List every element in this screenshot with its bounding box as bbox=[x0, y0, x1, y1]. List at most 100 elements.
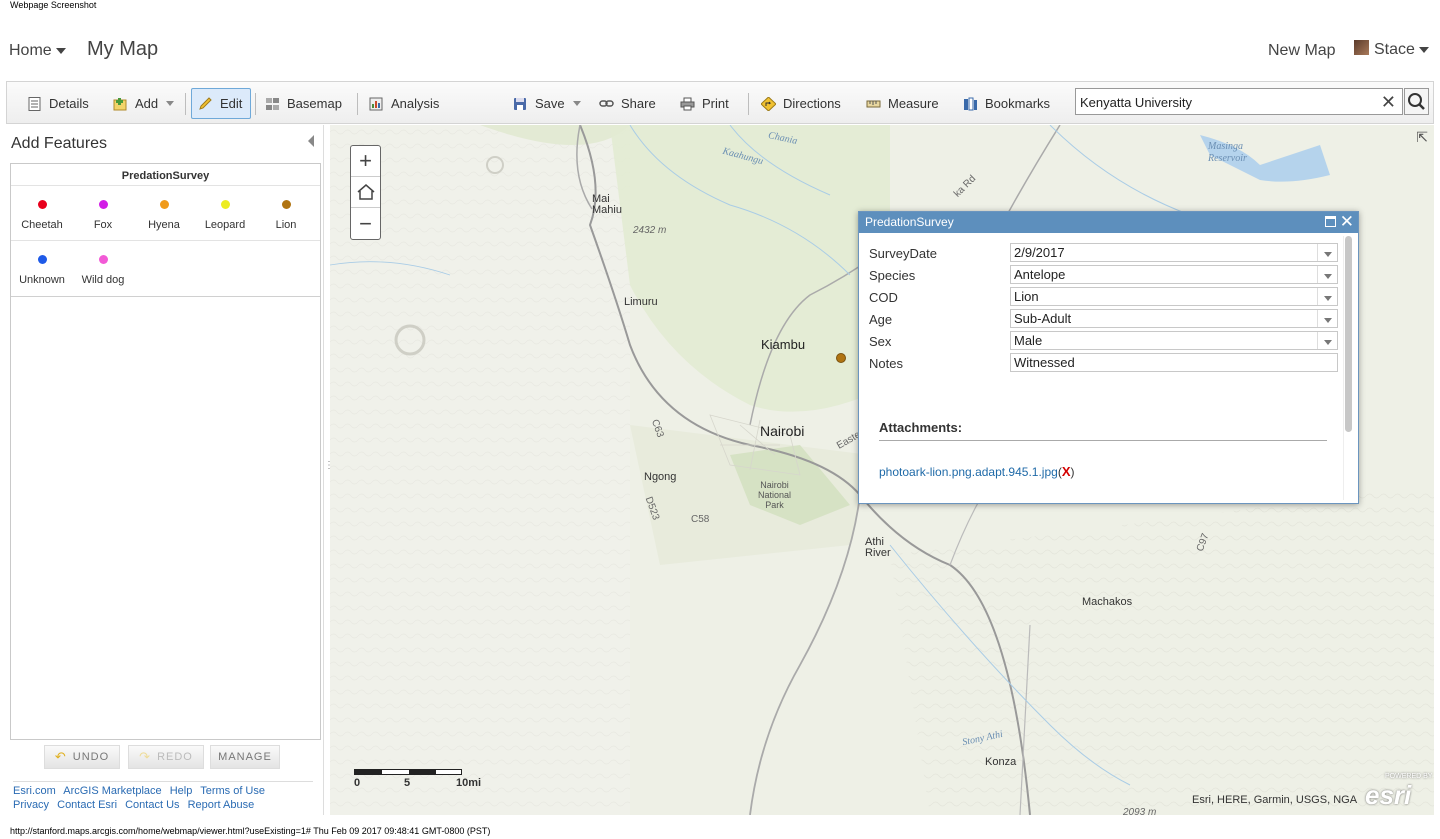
sex-select[interactable]: Male bbox=[1010, 331, 1338, 350]
search-button[interactable] bbox=[1404, 88, 1429, 115]
privacy-link[interactable]: Privacy bbox=[13, 799, 49, 811]
analysis-button[interactable]: Analysis bbox=[363, 88, 445, 119]
collapse-panel-icon[interactable] bbox=[308, 135, 314, 147]
esri-com-link[interactable]: Esri.com bbox=[13, 785, 56, 797]
esri-logo[interactable]: esri bbox=[1365, 780, 1411, 811]
redo-button[interactable]: ↷ REDO bbox=[128, 745, 204, 769]
analysis-icon bbox=[369, 97, 383, 110]
layer-name: PredationSurvey bbox=[121, 170, 210, 182]
save-label: Save bbox=[535, 96, 565, 111]
link-icon bbox=[599, 99, 614, 107]
basemap-label: Basemap bbox=[287, 96, 342, 111]
unknown-symbol-icon bbox=[37, 255, 47, 264]
home-menu[interactable]: Home bbox=[9, 42, 66, 60]
chevron-down-icon[interactable] bbox=[1317, 288, 1337, 305]
survey-date-field[interactable]: 2/9/2017 bbox=[1010, 243, 1338, 262]
field-value: 2/9/2017 bbox=[1014, 245, 1065, 260]
terms-of-use-link[interactable]: Terms of Use bbox=[200, 785, 265, 797]
add-button[interactable]: Add bbox=[107, 88, 180, 119]
toolbar-divider bbox=[185, 93, 186, 115]
scale-label: 10mi bbox=[456, 777, 482, 789]
popup-title: PredationSurvey bbox=[865, 215, 954, 229]
basemap-button[interactable]: Basemap bbox=[259, 88, 348, 119]
template-lion[interactable]: Lion bbox=[255, 186, 317, 231]
cod-select[interactable]: Lion bbox=[1010, 287, 1338, 306]
selected-lion-feature[interactable] bbox=[836, 353, 846, 363]
edit-label: Edit bbox=[220, 96, 243, 111]
template-label: Cheetah bbox=[21, 219, 63, 231]
user-menu[interactable]: Stace bbox=[1354, 40, 1429, 59]
manage-button[interactable]: MANAGE bbox=[210, 745, 280, 769]
map-toolbar: Details Add Edit Basemap Analysis Save S… bbox=[6, 81, 1434, 124]
help-link[interactable]: Help bbox=[170, 785, 193, 797]
field-label: SurveyDate bbox=[869, 246, 937, 261]
add-features-panel: Add Features PredationSurvey Cheetah Fox… bbox=[6, 125, 324, 815]
toolbar-divider bbox=[357, 93, 358, 115]
template-leopard[interactable]: Leopard bbox=[194, 186, 256, 231]
maximize-icon[interactable] bbox=[1325, 216, 1336, 227]
undo-icon: ↶ bbox=[54, 749, 67, 764]
species-select[interactable]: Antelope bbox=[1010, 265, 1338, 284]
print-button[interactable]: Print bbox=[674, 88, 735, 119]
zoom-in-button[interactable]: + bbox=[351, 146, 380, 177]
template-hyena[interactable]: Hyena bbox=[133, 186, 195, 231]
chevron-down-icon[interactable] bbox=[1317, 266, 1337, 283]
template-fox[interactable]: Fox bbox=[72, 186, 134, 231]
basemap-icon bbox=[266, 97, 279, 110]
search-input[interactable] bbox=[1080, 92, 1370, 112]
toolbar-divider bbox=[748, 93, 749, 115]
measure-button[interactable]: Measure bbox=[860, 88, 945, 119]
map-label-nairobi-np: Nairobi National Park bbox=[758, 480, 792, 510]
field-row: Species Antelope bbox=[869, 265, 1339, 285]
share-button[interactable]: Share bbox=[593, 88, 662, 119]
chevron-down-icon[interactable] bbox=[1317, 332, 1337, 349]
manage-label: MANAGE bbox=[218, 751, 272, 763]
map-label-elevation: 2093 m bbox=[1123, 807, 1157, 815]
scale-bar-graphic bbox=[354, 769, 462, 775]
template-label: Unknown bbox=[19, 274, 65, 286]
zoom-out-button[interactable]: − bbox=[351, 208, 380, 239]
template-unknown[interactable]: Unknown bbox=[11, 241, 73, 286]
field-value: Male bbox=[1014, 333, 1043, 348]
details-button[interactable]: Details bbox=[21, 88, 95, 119]
field-label: Sex bbox=[869, 334, 892, 349]
field-label: COD bbox=[869, 290, 898, 305]
chevron-down-icon[interactable] bbox=[1317, 310, 1337, 327]
hyena-symbol-icon bbox=[159, 200, 169, 209]
expand-icon[interactable]: ⇱ bbox=[1416, 129, 1428, 146]
map-attribution[interactable]: Esri, HERE, Garmin, USGS, NGA bbox=[1192, 794, 1357, 806]
home-extent-button[interactable] bbox=[351, 177, 380, 208]
search-icon bbox=[1408, 93, 1425, 110]
field-value: Witnessed bbox=[1014, 355, 1075, 370]
template-row: Unknown Wild dog bbox=[11, 241, 320, 297]
details-icon bbox=[28, 96, 41, 111]
undo-button[interactable]: ↶ UNDO bbox=[44, 745, 120, 769]
save-icon bbox=[514, 97, 526, 110]
panel-splitter-handle[interactable]: ⋮ bbox=[324, 460, 334, 480]
save-button[interactable]: Save bbox=[507, 88, 587, 119]
popup-scrollbar-thumb[interactable] bbox=[1345, 236, 1352, 432]
age-select[interactable]: Sub-Adult bbox=[1010, 309, 1338, 328]
contact-esri-link[interactable]: Contact Esri bbox=[57, 799, 117, 811]
close-icon[interactable]: ✕ bbox=[1340, 212, 1354, 232]
report-abuse-link[interactable]: Report Abuse bbox=[188, 799, 255, 811]
map-label-nairobi: Nairobi bbox=[760, 423, 805, 439]
arcgis-marketplace-link[interactable]: ArcGIS Marketplace bbox=[63, 785, 161, 797]
avatar bbox=[1354, 40, 1369, 55]
directions-button[interactable]: Directions bbox=[755, 88, 847, 119]
notes-field[interactable]: Witnessed bbox=[1010, 353, 1338, 372]
home-icon bbox=[357, 184, 374, 200]
chevron-down-icon[interactable] bbox=[1317, 244, 1337, 261]
directions-label: Directions bbox=[783, 96, 841, 111]
bookmarks-button[interactable]: Bookmarks bbox=[957, 88, 1056, 119]
attachment-link[interactable]: photoark-lion.png.adapt.945.1.jpg bbox=[879, 465, 1058, 479]
edit-button[interactable]: Edit bbox=[191, 88, 251, 119]
template-cheetah[interactable]: Cheetah bbox=[11, 186, 73, 231]
pencil-icon bbox=[199, 96, 212, 110]
contact-us-link[interactable]: Contact Us bbox=[125, 799, 179, 811]
clear-icon[interactable]: ✕ bbox=[1381, 92, 1396, 112]
new-map-link[interactable]: New Map bbox=[1268, 42, 1336, 60]
field-label: Notes bbox=[869, 356, 903, 371]
footer-links: Esri.com ArcGIS Marketplace Help Terms o… bbox=[13, 781, 313, 812]
template-wild-dog[interactable]: Wild dog bbox=[72, 241, 134, 286]
